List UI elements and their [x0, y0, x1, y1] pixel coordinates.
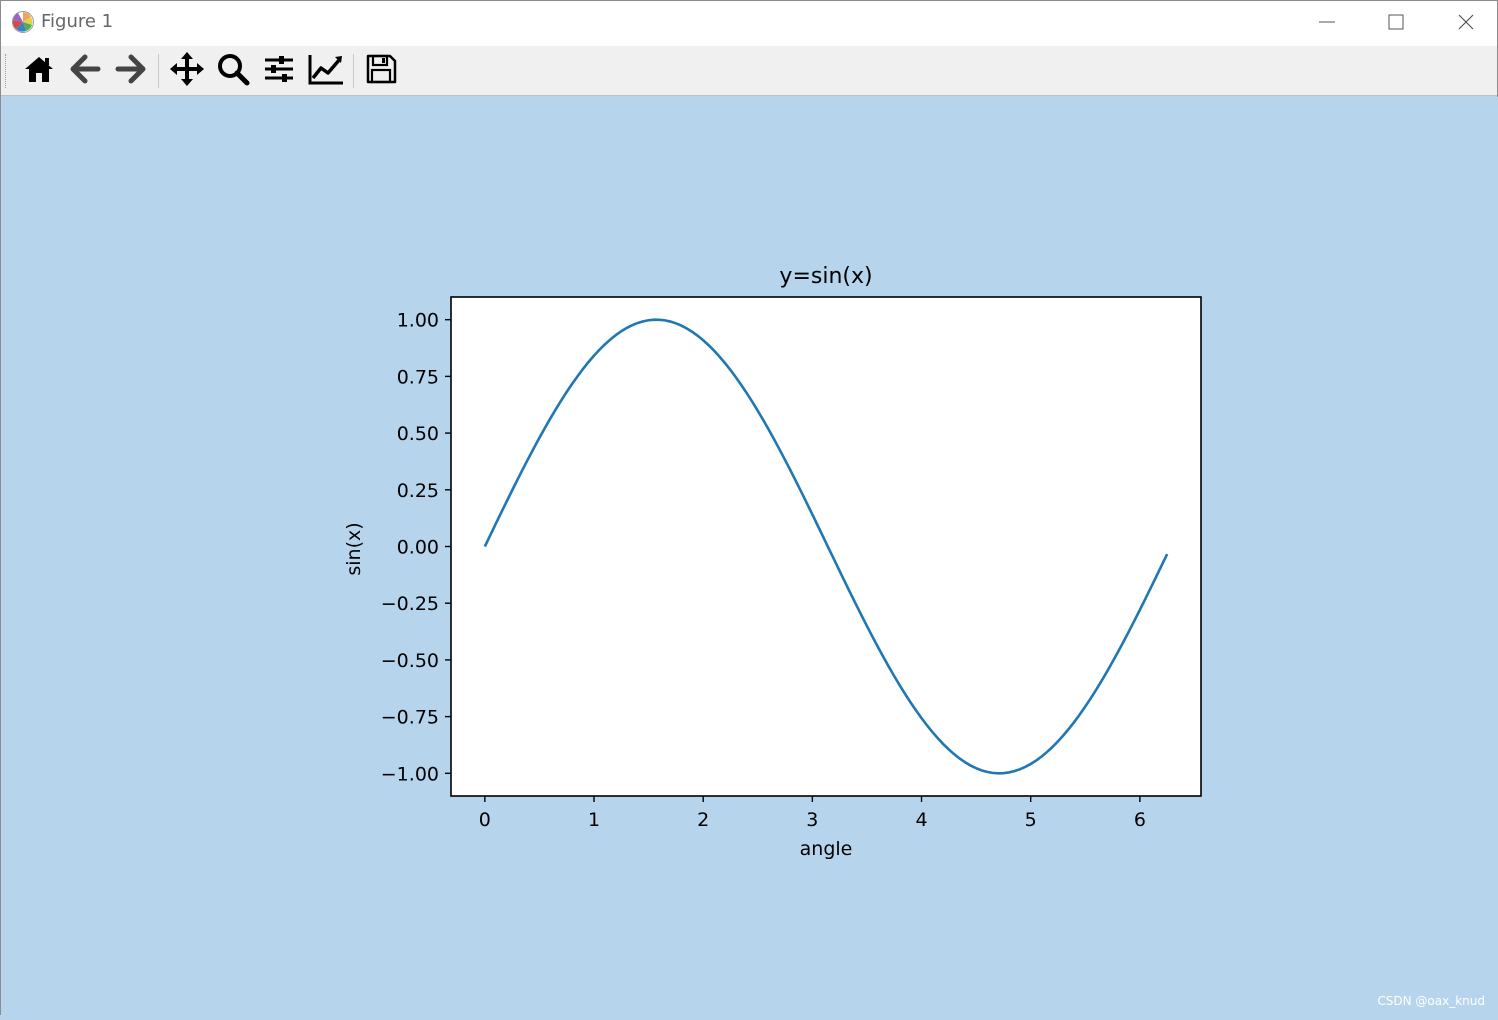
y-tick-label: 0.75 — [397, 366, 439, 388]
y-axis: 1.00 0.75 0.50 0.25 0.00 −0.25 −0.50 −0.75 −1.00 — [381, 310, 451, 785]
configure-subplots-button[interactable] — [259, 51, 299, 91]
pan-move-icon — [169, 51, 205, 91]
zoom-button[interactable] — [213, 51, 253, 91]
title-bar[interactable]: Figure 1 — [1, 1, 1497, 46]
toolbar-separator — [353, 54, 354, 88]
minimize-button[interactable] — [1292, 1, 1362, 46]
edit-axis-button[interactable] — [306, 51, 346, 91]
x-axis: 0 1 2 3 4 5 6 — [479, 796, 1146, 831]
x-tick-label: 0 — [479, 809, 491, 831]
y-tick-label: −0.75 — [381, 707, 439, 729]
window-title: Figure 1 — [41, 11, 114, 32]
y-tick-label: 1.00 — [397, 310, 439, 332]
x-tick-label: 1 — [588, 809, 600, 831]
x-tick-label: 5 — [1025, 809, 1037, 831]
matplotlib-logo-icon — [11, 10, 35, 34]
subplots-sliders-icon — [262, 52, 296, 90]
back-button[interactable] — [65, 51, 105, 91]
maximize-button[interactable] — [1361, 1, 1431, 46]
axes-area[interactable] — [450, 296, 1202, 797]
x-tick-label: 4 — [915, 809, 927, 831]
close-icon — [1457, 13, 1475, 35]
figure-canvas[interactable]: y=sin(x) 1.00 0.75 0.50 0.25 0.00 −0.25 −0.50 −… — [1, 97, 1498, 1016]
y-tick-label: 0.50 — [397, 423, 439, 445]
x-tick-label: 3 — [806, 809, 818, 831]
minimize-icon — [1318, 13, 1336, 35]
pan-button[interactable] — [167, 51, 207, 91]
chart-title: y=sin(x) — [779, 264, 872, 289]
x-axis-label: angle — [800, 838, 853, 860]
forward-button[interactable] — [111, 51, 151, 91]
y-tick-label: −1.00 — [381, 763, 439, 785]
y-tick-label: 0.00 — [397, 537, 439, 559]
x-tick-label: 2 — [697, 809, 709, 831]
y-tick-label: 0.25 — [397, 480, 439, 502]
close-button[interactable] — [1431, 1, 1498, 46]
y-tick-label: −0.50 — [381, 650, 439, 672]
home-button[interactable] — [19, 51, 59, 91]
home-icon — [23, 53, 55, 89]
x-tick-label: 6 — [1134, 809, 1146, 831]
back-arrow-icon — [69, 53, 101, 89]
toolbar-separator — [158, 54, 159, 88]
figure-svg[interactable]: y=sin(x) 1.00 0.75 0.50 0.25 0.00 −0.25 −0.50 −… — [1, 97, 1498, 1016]
figure-window: Figure 1 y=sin(x) 1.00 0.75 0.50 0.25 0.… — [0, 0, 1498, 1016]
forward-arrow-icon — [115, 53, 147, 89]
y-axis-label: sin(x) — [343, 522, 365, 575]
toolbar-grip[interactable] — [5, 54, 7, 88]
zoom-magnifier-icon — [216, 52, 250, 90]
save-floppy-icon — [365, 53, 397, 89]
y-tick-label: −0.25 — [381, 593, 439, 615]
maximize-icon — [1387, 13, 1405, 35]
navigation-toolbar — [1, 46, 1497, 96]
save-button[interactable] — [361, 51, 401, 91]
watermark: CSDN @oax_knud — [1377, 994, 1485, 1008]
edit-axis-chart-icon — [307, 52, 345, 90]
